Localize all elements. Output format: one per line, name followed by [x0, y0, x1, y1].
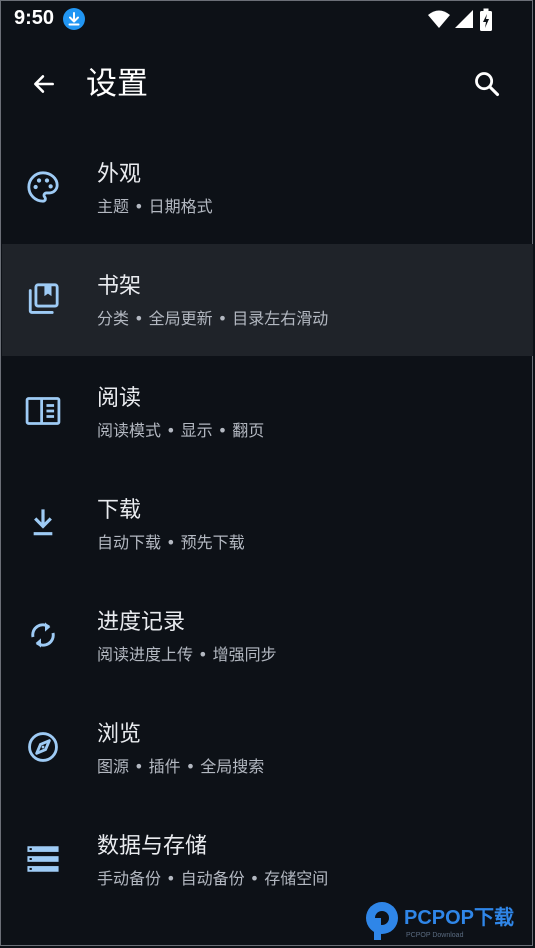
setting-title: 书架	[97, 274, 142, 299]
watermark-brand: PCPOP下载	[404, 905, 514, 929]
setting-subtitle: 图源 • 插件 • 全局搜索	[97, 757, 265, 776]
setting-subtitle: 手动备份 • 自动备份 • 存储空间	[97, 869, 329, 888]
setting-subtitle: 阅读进度上传 • 增强同步	[97, 645, 277, 664]
setting-subtitle: 分类 • 全局更新 • 目录左右滑动	[97, 309, 329, 328]
setting-title: 浏览	[97, 722, 142, 747]
setting-title: 外观	[97, 162, 142, 187]
search-button[interactable]	[465, 62, 509, 106]
status-time: 9:50	[14, 7, 55, 29]
setting-subtitle: 自动下载 • 预先下载	[97, 533, 245, 552]
setting-item-browse[interactable]: 浏览 图源 • 插件 • 全局搜索	[2, 692, 533, 804]
status-icons	[427, 8, 499, 32]
setting-item-download[interactable]: 下载 自动下载 • 预先下载	[2, 468, 533, 580]
setting-title: 下载	[97, 498, 142, 523]
back-button[interactable]	[22, 62, 66, 106]
setting-item-tracking[interactable]: 进度记录 阅读进度上传 • 增强同步	[2, 580, 533, 692]
setting-subtitle: 主题 • 日期格式	[97, 197, 213, 216]
setting-title: 数据与存储	[97, 834, 208, 859]
bookshelf-icon	[24, 280, 62, 318]
download-icon	[24, 504, 62, 542]
search-icon	[475, 72, 500, 97]
storage-icon	[24, 840, 62, 878]
palette-icon	[24, 168, 62, 206]
download-notification-icon	[62, 7, 86, 31]
battery-charging-icon	[480, 8, 492, 31]
status-bar: 9:50	[0, 0, 535, 40]
compass-icon	[24, 728, 62, 766]
setting-subtitle: 阅读模式 • 显示 • 翻页	[97, 421, 265, 440]
setting-title: 进度记录	[97, 610, 186, 635]
setting-item-reader[interactable]: 阅读 阅读模式 • 显示 • 翻页	[2, 356, 533, 468]
setting-item-appearance[interactable]: 外观 主题 • 日期格式	[2, 132, 533, 244]
arrow-back-icon	[34, 75, 54, 93]
watermark-tagline: PCPOP Download	[406, 932, 464, 939]
app-bar: 设置	[0, 40, 535, 128]
signal-icon	[455, 10, 473, 28]
setting-title: 阅读	[97, 386, 142, 411]
watermark-logo: PCPOP下载 PCPOP Download	[364, 898, 529, 942]
settings-list: 外观 主题 • 日期格式 书架 分类 • 全局更新 • 目录左右滑动 阅读 阅读…	[2, 132, 533, 916]
page-title: 设置	[86, 66, 148, 102]
wifi-icon	[428, 10, 450, 28]
setting-item-library[interactable]: 书架 分类 • 全局更新 • 目录左右滑动	[2, 244, 533, 356]
sync-icon	[24, 616, 62, 654]
reader-icon	[24, 392, 62, 430]
